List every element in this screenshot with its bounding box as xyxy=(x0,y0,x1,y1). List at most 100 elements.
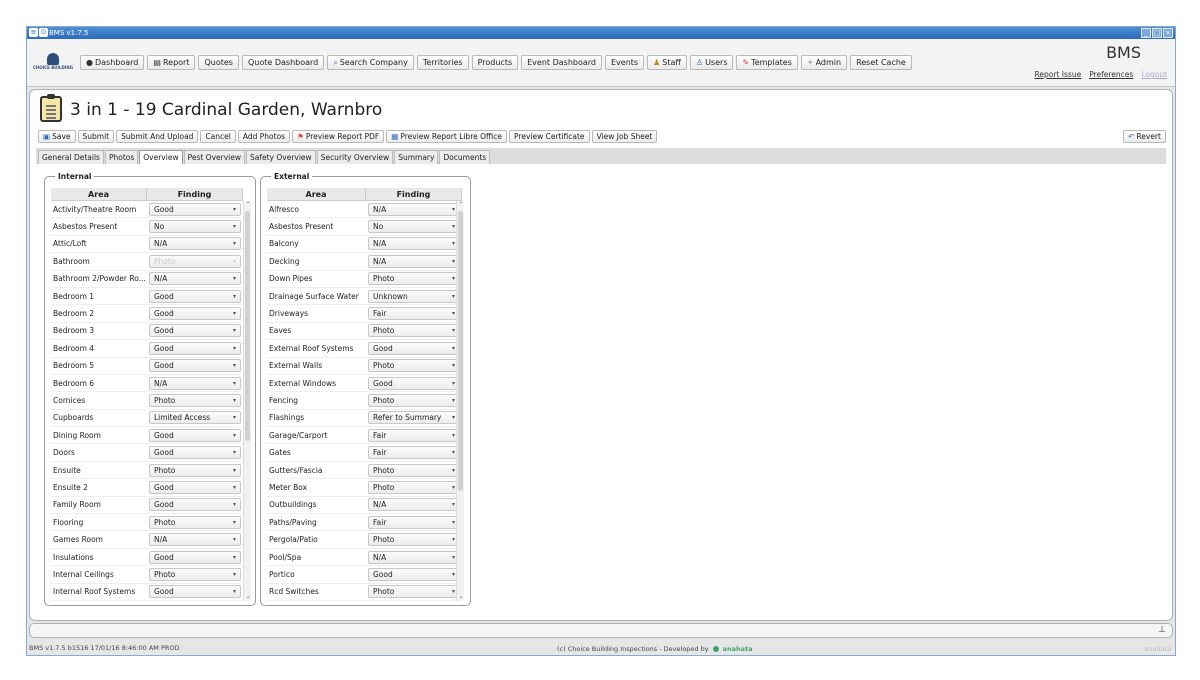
area-column-header[interactable]: Area xyxy=(51,188,147,200)
finding-column-header[interactable]: Finding xyxy=(366,188,462,200)
finding-select[interactable]: Fair ▾ xyxy=(368,515,460,529)
scroll-up-icon[interactable]: ⌃ xyxy=(244,201,252,209)
finding-select[interactable]: Good ▾ xyxy=(149,498,241,512)
finding-select[interactable]: Good ▾ xyxy=(149,359,241,373)
nav-search-company-button[interactable]: ⌕ Search Company xyxy=(327,55,414,70)
finding-select[interactable]: Good ▾ xyxy=(149,289,241,303)
nav-products-button[interactable]: Products xyxy=(471,55,519,70)
finding-select[interactable]: N/A ▾ xyxy=(149,376,241,390)
minimize-button[interactable]: _ xyxy=(1141,28,1151,38)
nav-event-dashboard-button[interactable]: Event Dashboard xyxy=(521,55,602,70)
logout-link[interactable]: Logout xyxy=(1141,70,1167,79)
report-issue-link[interactable]: Report Issue xyxy=(1035,70,1082,79)
nav-territories-button[interactable]: Territories xyxy=(416,55,469,70)
submit-button[interactable]: Submit xyxy=(77,130,115,143)
finding-select[interactable]: Photo ▾ xyxy=(149,515,241,529)
finding-select[interactable]: Photo ▾ xyxy=(368,533,460,547)
external-scrollbar[interactable]: ⌃ ⌄ xyxy=(456,201,464,601)
tab-documents[interactable]: Documents xyxy=(439,150,491,164)
finding-select[interactable]: Good ▾ xyxy=(149,550,241,564)
finding-select[interactable]: Refer to Summary ▾ xyxy=(368,411,460,425)
finding-select[interactable]: N/A ▾ xyxy=(368,498,460,512)
finding-select[interactable]: N/A ▾ xyxy=(368,254,460,268)
resize-handle-icon[interactable]: ⊥ xyxy=(1158,625,1166,635)
finding-select[interactable]: Good ▾ xyxy=(149,307,241,321)
finding-select[interactable]: Fair ▾ xyxy=(368,307,460,321)
nav-templates-button[interactable]: ✎ Templates xyxy=(736,55,798,70)
external-scroll-thumb[interactable] xyxy=(458,211,463,491)
preview-report-libre-office-button[interactable]: ▦ Preview Report Libre Office xyxy=(386,130,508,143)
tab-summary[interactable]: Summary xyxy=(394,150,439,164)
tab-overview[interactable]: Overview xyxy=(139,150,183,164)
finding-select[interactable]: Good ▾ xyxy=(149,585,241,599)
area-cell: Decking xyxy=(269,256,300,266)
nav-events-button[interactable]: Events xyxy=(605,55,645,70)
finding-column-header[interactable]: Finding xyxy=(147,188,243,200)
tab-photos[interactable]: Photos xyxy=(104,150,139,164)
finding-select[interactable]: Photo ▾ xyxy=(368,359,460,373)
finding-select[interactable]: Photo ▾ xyxy=(368,324,460,338)
finding-select[interactable]: Limited Access ▾ xyxy=(149,411,241,425)
tab-security-overview[interactable]: Security Overview xyxy=(316,150,394,164)
tab-safety-overview[interactable]: Safety Overview xyxy=(246,150,316,164)
close-button[interactable]: × xyxy=(1163,28,1173,38)
nav-quotes-button[interactable]: Quotes xyxy=(198,55,239,70)
finding-select[interactable]: No ▾ xyxy=(149,220,241,234)
nav-admin-button[interactable]: ✦ Admin xyxy=(800,55,848,70)
finding-select[interactable]: Photo ▾ xyxy=(368,463,460,477)
finding-select[interactable]: Photo ▾ xyxy=(149,463,241,477)
finding-select[interactable]: Photo ▾ xyxy=(368,393,460,407)
nav-dashboard-button[interactable]: ● Dashboard xyxy=(80,55,145,70)
finding-select[interactable]: No ▾ xyxy=(368,220,460,234)
finding-select[interactable]: Photo ▾ xyxy=(368,585,460,599)
finding-select[interactable]: N/A ▾ xyxy=(368,237,460,251)
finding-select[interactable]: N/A ▾ xyxy=(149,272,241,286)
nav-quote-dashboard-button[interactable]: Quote Dashboard xyxy=(241,55,325,70)
add-photos-button[interactable]: Add Photos xyxy=(237,130,291,143)
scroll-up-icon[interactable]: ⌃ xyxy=(457,201,465,209)
internal-scroll-thumb[interactable] xyxy=(245,211,250,441)
tab-general-details[interactable]: General Details xyxy=(38,150,104,164)
finding-select[interactable]: Good ▾ xyxy=(368,341,460,355)
finding-select[interactable]: Unknown ▾ xyxy=(368,289,460,303)
revert-button[interactable]: ↶ Revert xyxy=(1123,130,1166,143)
app-menu-icon[interactable]: ≡ xyxy=(29,28,38,37)
finding-select[interactable]: Good ▾ xyxy=(149,202,241,216)
preferences-link[interactable]: Preferences xyxy=(1089,70,1133,79)
scroll-down-icon[interactable]: ⌄ xyxy=(457,593,465,601)
finding-select[interactable]: Good ▾ xyxy=(149,428,241,442)
tab-bar: General Details Photos Overview Pest Overvi… xyxy=(36,148,1166,164)
finding-select[interactable]: Good ▾ xyxy=(149,446,241,460)
nav-report-button[interactable]: ▤ Report xyxy=(147,55,196,70)
finding-select[interactable]: N/A ▾ xyxy=(368,550,460,564)
nav-reset-cache-button[interactable]: Reset Cache xyxy=(850,55,912,70)
save-button[interactable]: ▣ Save xyxy=(38,130,76,143)
scroll-down-icon[interactable]: ⌄ xyxy=(244,593,252,601)
preview-report-pdf-button[interactable]: ⚑ Preview Report PDF xyxy=(292,130,385,143)
tab-pest-overview[interactable]: Pest Overview xyxy=(183,150,245,164)
internal-scrollbar[interactable]: ⌃ ⌄ xyxy=(243,201,251,601)
finding-select[interactable]: Photo ▾ xyxy=(368,272,460,286)
finding-select[interactable]: Good ▾ xyxy=(368,376,460,390)
finding-select[interactable]: Photo ▾ xyxy=(149,393,241,407)
finding-select[interactable]: Good ▾ xyxy=(149,324,241,338)
submit-and-upload-button[interactable]: Submit And Upload xyxy=(116,130,199,143)
finding-select[interactable]: Good ▾ xyxy=(149,480,241,494)
view-job-sheet-button[interactable]: View Job Sheet xyxy=(591,130,658,143)
maximize-button[interactable]: □ xyxy=(1152,28,1162,38)
finding-select[interactable]: Good ▾ xyxy=(368,567,460,581)
nav-staff-button[interactable]: ♟ Staff xyxy=(647,55,687,70)
finding-select[interactable]: N/A ▾ xyxy=(149,533,241,547)
preview-certificate-button[interactable]: Preview Certificate xyxy=(509,130,590,143)
developer-name[interactable]: anahata xyxy=(723,645,753,653)
finding-select[interactable]: Good ▾ xyxy=(149,341,241,355)
nav-users-button[interactable]: ♙ Users xyxy=(689,55,734,70)
finding-select[interactable]: Fair ▾ xyxy=(368,446,460,460)
finding-select[interactable]: Photo ▾ xyxy=(368,480,460,494)
area-column-header[interactable]: Area xyxy=(267,188,366,200)
finding-select[interactable]: N/A ▾ xyxy=(368,202,460,216)
cancel-button[interactable]: Cancel xyxy=(200,130,236,143)
finding-select[interactable]: Fair ▾ xyxy=(368,428,460,442)
finding-select[interactable]: N/A ▾ xyxy=(149,237,241,251)
finding-select[interactable]: Photo ▾ xyxy=(149,567,241,581)
